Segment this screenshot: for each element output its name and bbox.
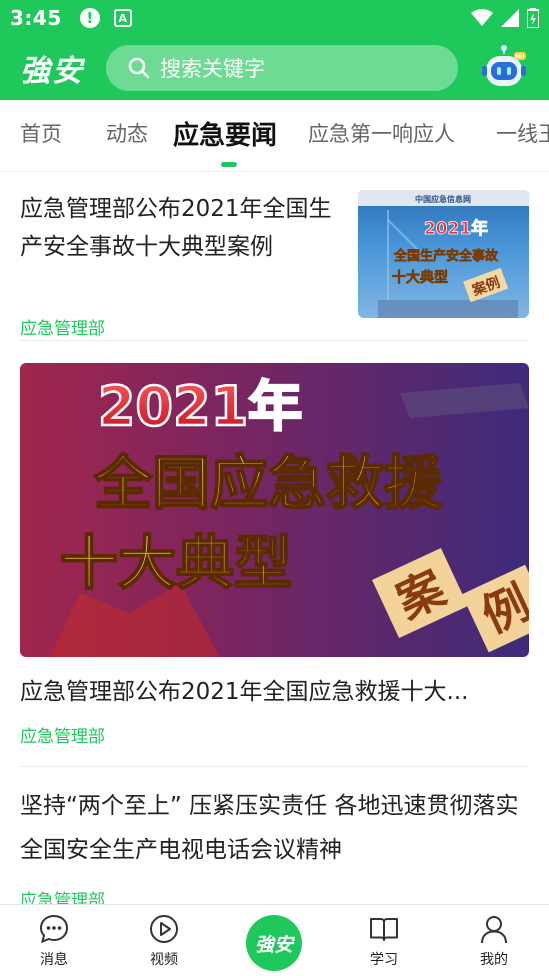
robot-assistant-icon[interactable]: Hi!: [480, 44, 528, 92]
tab-first-responder[interactable]: 应急第一响应人: [308, 118, 455, 148]
news-thumbnail[interactable]: 中国应急信息网 2021年 全国生产安全事故 十大典型 案例: [358, 190, 529, 318]
status-bar: 3:45 ! A: [0, 0, 549, 36]
nav-label: 视频: [150, 952, 178, 968]
divider: [20, 766, 529, 767]
banner-line3: 十大典型: [60, 529, 292, 597]
thumb-line1: 2021年: [424, 218, 488, 239]
news-banner-image[interactable]: 2021年 全国应急救援 十大典型 案 例: [20, 363, 529, 657]
nav-label: 学习: [370, 952, 398, 968]
tab-home[interactable]: 首页: [20, 118, 62, 148]
news-item-title[interactable]: 坚持“两个至上” 压紧压实责任 各地迅速贯彻落实全国安全生产电视电话会议精神: [20, 784, 529, 872]
news-item-source: 应急管理部: [20, 319, 105, 339]
nav-video[interactable]: 视频: [129, 913, 199, 969]
thumb-line3: 十大典型: [392, 269, 448, 286]
news-item[interactable]: 应急管理部公布2021年全国生产安全事故十大典型案例 应急管理部 中国应急信息网…: [20, 190, 529, 340]
divider: [20, 340, 529, 341]
search-icon: [128, 57, 150, 79]
tab-frontline[interactable]: 一线王: [496, 118, 549, 148]
active-tab-indicator: [221, 162, 237, 167]
news-item-title[interactable]: 应急管理部公布2021年全国生产安全事故十大典型案例: [20, 190, 340, 266]
header-bar: 強安 搜索关键字 Hi!: [0, 36, 549, 100]
status-time: 3:45: [10, 6, 62, 30]
thumb-brand: 中国应急信息网: [415, 194, 471, 204]
banner-line2: 全国应急救援: [93, 449, 443, 517]
news-item-title[interactable]: 应急管理部公布2021年全国应急救援十大...: [20, 672, 529, 706]
nav-label: 我的: [480, 952, 508, 968]
signal-icon: [501, 9, 519, 27]
svg-text:Hi!: Hi!: [515, 54, 525, 61]
app-header: 3:45 ! A 強安 搜索关键字 Hi!: [0, 0, 549, 100]
bottom-navigation: 消息 视频 強安 学习 我的: [0, 904, 549, 976]
tab-news[interactable]: 动态: [106, 118, 148, 148]
search-input[interactable]: 搜索关键字: [106, 45, 458, 91]
alert-icon: !: [79, 8, 100, 28]
home-logo-button[interactable]: 強安: [246, 915, 302, 971]
nav-label: 消息: [40, 952, 68, 968]
app-logo[interactable]: 強安: [20, 46, 96, 90]
message-icon: [39, 914, 69, 944]
thumb-line2: 全国生产安全事故: [393, 248, 499, 264]
nav-profile[interactable]: 我的: [459, 913, 529, 969]
video-play-icon: [150, 915, 178, 943]
nav-messages[interactable]: 消息: [19, 913, 89, 969]
nav-study[interactable]: 学习: [349, 913, 419, 969]
battery-icon: [527, 8, 539, 28]
a-icon: A: [113, 9, 132, 27]
profile-icon: [481, 916, 507, 944]
banner-line1: 2021年: [98, 375, 302, 438]
wifi-icon: [471, 9, 493, 26]
tab-emergency-news[interactable]: 应急要闻: [173, 115, 277, 152]
book-icon: [370, 918, 398, 941]
search-placeholder: 搜索关键字: [160, 57, 265, 81]
category-tabs: 首页 动态 应急要闻 应急第一响应人 一线王: [0, 100, 549, 172]
news-item-source: 应急管理部: [20, 727, 105, 747]
